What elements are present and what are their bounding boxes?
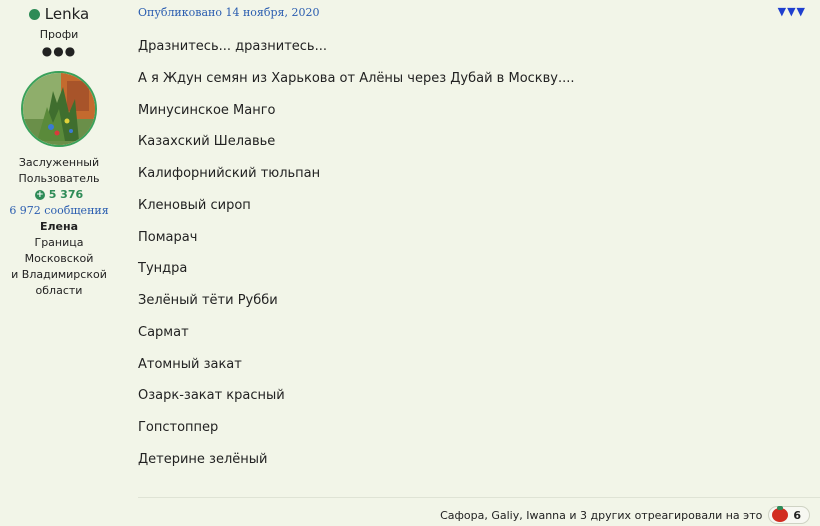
online-status-icon xyxy=(28,8,40,20)
post-line: Помарач xyxy=(138,229,198,245)
avatar[interactable] xyxy=(21,71,97,147)
avatar-image xyxy=(23,73,95,145)
post-count-link[interactable]: 6 972 сообщения xyxy=(0,203,118,219)
post-line: Калифорнийский тюльпан xyxy=(138,166,321,181)
author-name-row: Lenka xyxy=(0,4,118,24)
post-line: Озарк-закат красный xyxy=(138,388,285,404)
reputation-value: 5 376 xyxy=(48,188,84,201)
author-panel: Lenka Профи ●●● Заслуженный Пользователь… xyxy=(0,0,118,299)
post-date-link[interactable]: Опубликовано 14 ноября, 2020 xyxy=(138,6,319,19)
author-rank: Профи xyxy=(39,28,79,41)
reaction-count: 6 xyxy=(793,508,801,522)
tomato-icon xyxy=(772,506,789,522)
author-real-name: Елена xyxy=(39,220,79,233)
post-line: Минусинское Манго xyxy=(138,102,276,118)
author-location-3: области xyxy=(35,284,83,297)
post-content: Дразнитесь... дразнитесь... А я Ждун сем… xyxy=(138,39,798,484)
post-line: Казахский Шелавье xyxy=(138,134,276,150)
post-line: Детерине зелёный xyxy=(138,451,268,467)
post-line: Сармат xyxy=(138,324,189,340)
reactions-bar: Сафора, Galiy, Iwanna и 3 других отреаги… xyxy=(440,506,810,524)
plus-circle-icon: + xyxy=(34,190,45,200)
reputation[interactable]: + 5 376 xyxy=(0,187,118,203)
post-line: Тундра xyxy=(138,261,188,277)
multiquote-arrows-icon[interactable]: ▼▼▼ xyxy=(778,5,806,18)
post-line: Дразнитесь... дразнитесь... xyxy=(138,39,327,54)
rank-pips-icon: ●●● xyxy=(41,44,77,58)
member-title-1: Заслуженный xyxy=(18,156,100,169)
member-title-2: Пользователь xyxy=(18,172,100,185)
author-username[interactable]: Lenka xyxy=(45,4,89,24)
post-line: Гопстоппер xyxy=(138,420,219,435)
post-divider xyxy=(138,497,820,498)
post-line: Атомный закат xyxy=(138,356,242,372)
post-line: Кленовый сироп xyxy=(138,197,251,213)
reaction-badge[interactable]: 6 xyxy=(768,506,810,524)
post-line: Зелёный тёти Рубби xyxy=(138,293,278,308)
reactions-summary-link[interactable]: Сафора, Galiy, Iwanna и 3 других отреаги… xyxy=(440,509,762,522)
author-location-1: Граница Московской xyxy=(24,236,94,265)
author-location-2: и Владимирской xyxy=(11,268,107,281)
post-line: А я Ждун семян из Харькова от Алёны чере… xyxy=(138,70,575,86)
